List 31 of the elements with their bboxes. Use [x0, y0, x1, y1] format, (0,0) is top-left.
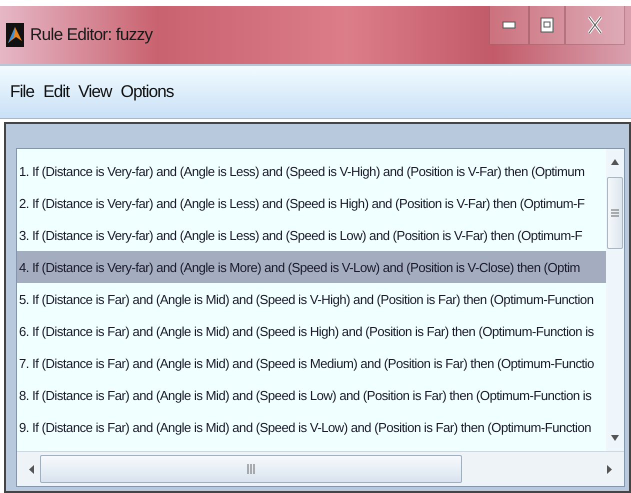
- scroll-down-icon[interactable]: [611, 435, 619, 441]
- menu-item[interactable]: View: [78, 82, 112, 102]
- rule-item[interactable]: 6. If (Distance is Far) and (Angle is Mid) and (Speed is High) and (Position is Far) then (Optimum-Function is: [17, 315, 606, 347]
- scroll-left-icon[interactable]: [29, 464, 34, 474]
- rule-item[interactable]: 7. If (Distance is Far) and (Angle is Mid) and (Speed is Medium) and (Position is Far) then (Optimum-Functio: [17, 347, 606, 379]
- minimize-icon: [502, 21, 516, 29]
- close-button[interactable]: [565, 6, 625, 45]
- menu-item[interactable]: File: [10, 82, 34, 102]
- menu-item[interactable]: Options: [120, 82, 174, 102]
- minimize-button[interactable]: [489, 6, 529, 45]
- rule-item[interactable]: 4. If (Distance is Very-far) and (Angle is More) and (Speed is V-Low) and (Position is V-Close) then (Optim: [17, 251, 606, 283]
- rule-item[interactable]: 5. If (Distance is Far) and (Angle is Mid) and (Speed is V-High) and (Position is Far) then (Optimum-Function: [17, 283, 606, 315]
- rule-item[interactable]: 9. If (Distance is Far) and (Angle is Mid) and (Speed is V-Low) and (Position is Far) then (Optimum-Function: [17, 411, 606, 443]
- grip-icon: [611, 209, 619, 217]
- menu-item[interactable]: Edit: [43, 82, 70, 102]
- scroll-thumb[interactable]: [40, 455, 462, 483]
- rule-item[interactable]: 2. If (Distance is Very-far) and (Angle is Less) and (Speed is High) and (Position is V-Far) then (Optimum-F: [17, 187, 606, 219]
- rule-item[interactable]: 3. If (Distance is Very-far) and (Angle is Less) and (Speed is Low) and (Position is V-Far) then (Optimum-F: [17, 219, 606, 251]
- vertical-scrollbar[interactable]: [606, 149, 624, 451]
- window-title: Rule Editor: fuzzy: [30, 25, 154, 45]
- close-icon: [587, 16, 603, 34]
- rule-item[interactable]: 8. If (Distance is Far) and (Angle is Mid) and (Speed is Low) and (Position is Far) then (Optimum-Function is: [17, 379, 606, 411]
- scroll-up-icon[interactable]: [611, 159, 619, 165]
- grip-icon: [247, 464, 255, 474]
- maximize-button[interactable]: [529, 6, 565, 45]
- app-logo-icon: [6, 23, 24, 47]
- rule-item[interactable]: 1. If (Distance is Very-far) and (Angle is Less) and (Speed is V-High) and (Position is V-Far) then (Optimum: [17, 155, 606, 187]
- horizontal-scrollbar[interactable]: [17, 451, 624, 486]
- scroll-thumb[interactable]: [607, 177, 623, 249]
- maximize-icon: [540, 17, 554, 33]
- scroll-right-icon[interactable]: [607, 464, 612, 474]
